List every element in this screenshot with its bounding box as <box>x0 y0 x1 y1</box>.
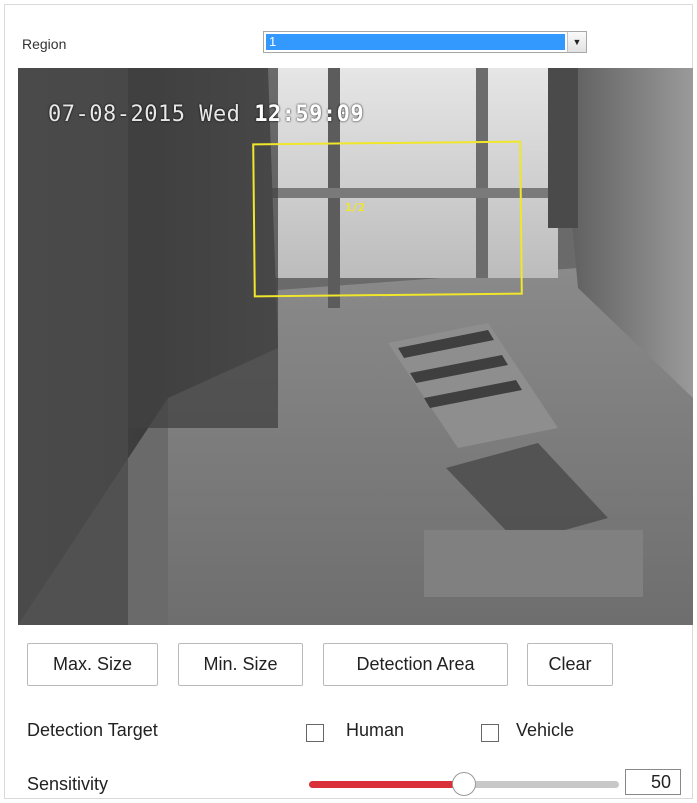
max-size-button[interactable]: Max. Size <box>27 643 158 686</box>
human-label: Human <box>346 720 405 740</box>
detection-target-label: Detection Target <box>27 720 158 740</box>
sensitivity-slider-thumb[interactable] <box>452 772 476 796</box>
detection-area-button[interactable]: Detection Area <box>323 643 508 686</box>
osd-date: 07-08-2015 Wed <box>48 102 241 127</box>
sensitivity-slider-fill <box>309 781 464 788</box>
video-preview[interactable]: 07-08-2015 Wed 12:59:09 1/2 <box>18 68 693 625</box>
privacy-mask <box>424 530 643 597</box>
sensitivity-label: Sensitivity <box>27 774 109 794</box>
clear-button[interactable]: Clear <box>527 643 613 686</box>
osd-timestamp: 07-08-2015 Wed 12:59:09 <box>48 102 364 127</box>
human-checkbox[interactable] <box>306 724 324 742</box>
region-selected-value: 1 <box>266 34 565 50</box>
detection-region-box[interactable] <box>252 140 523 298</box>
region-select[interactable]: 1 ▼ <box>263 31 587 53</box>
chevron-down-icon[interactable]: ▼ <box>567 32 586 52</box>
sensitivity-value-field[interactable]: 50 <box>625 769 681 795</box>
osd-time: 12:59:09 <box>254 102 365 127</box>
region-tag: 1/2 <box>345 201 365 214</box>
region-label: Region <box>22 36 67 52</box>
min-size-button[interactable]: Min. Size <box>178 643 303 686</box>
vehicle-checkbox[interactable] <box>481 724 499 742</box>
vehicle-label: Vehicle <box>516 720 575 740</box>
